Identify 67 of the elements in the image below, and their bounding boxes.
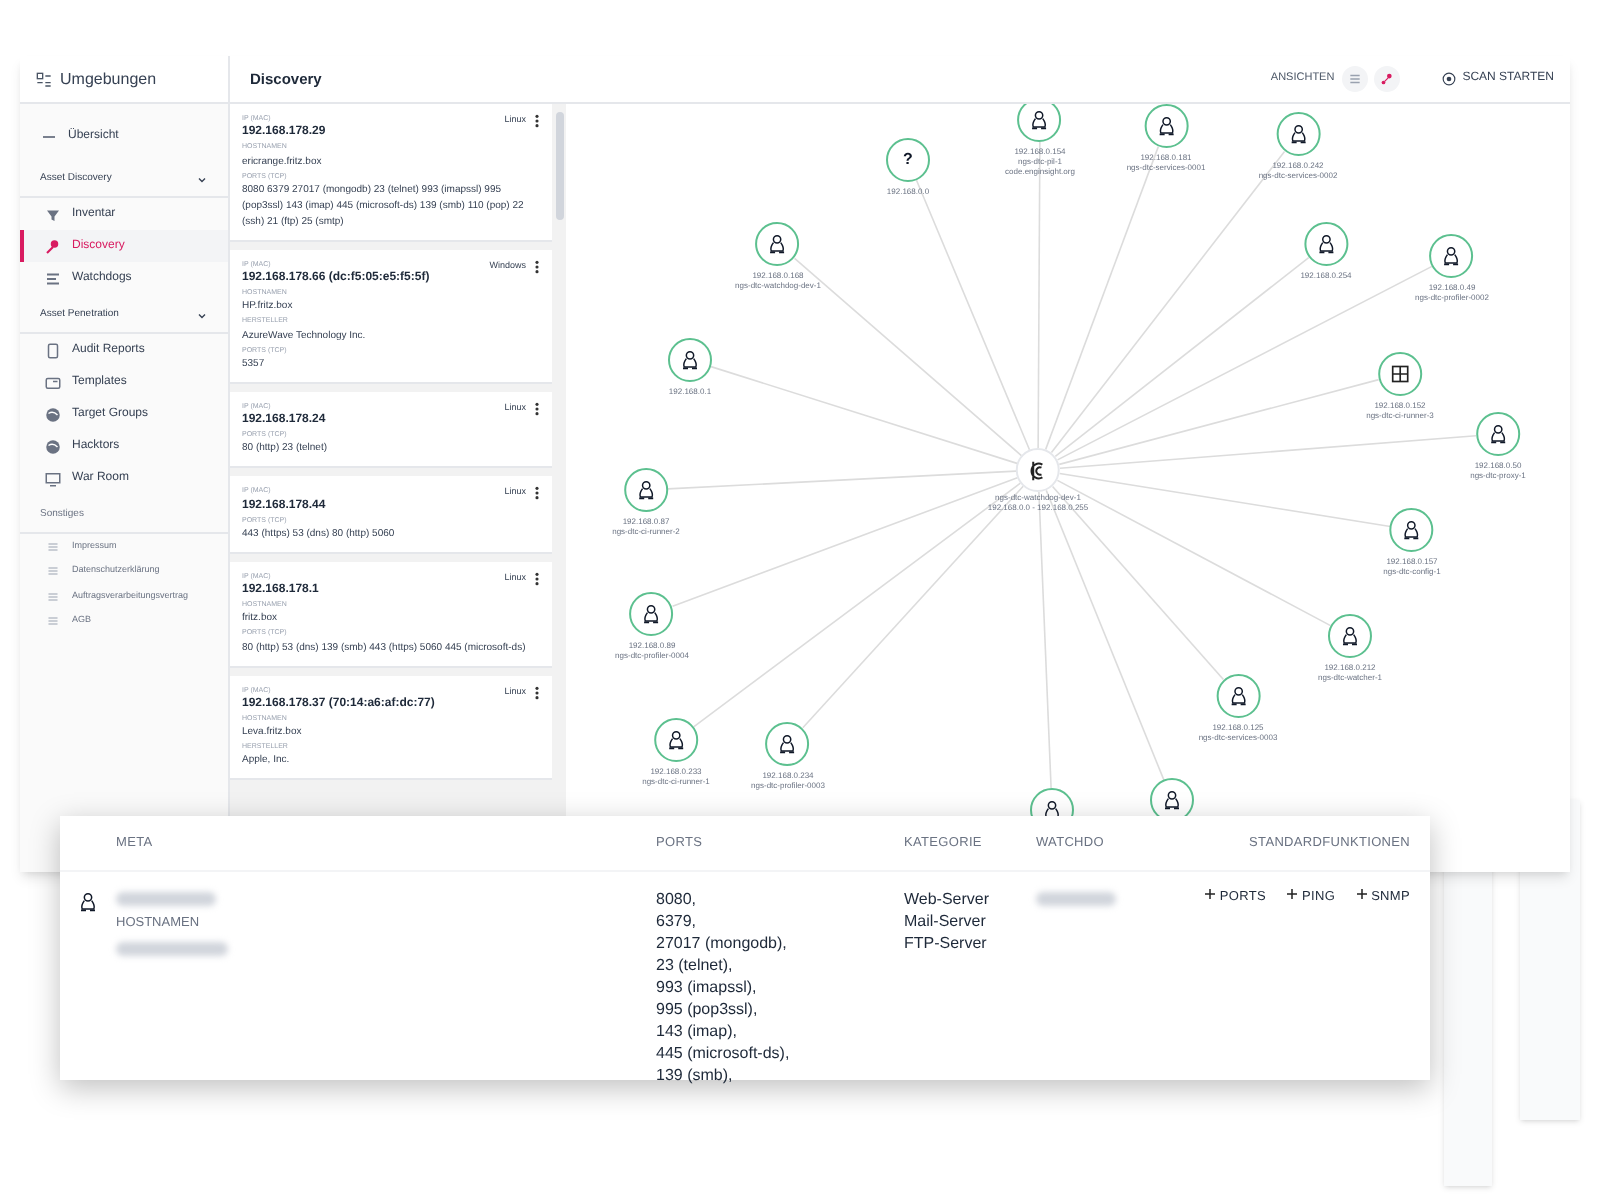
document-icon bbox=[44, 341, 62, 359]
port-entry: 27017 (mongodb), bbox=[656, 932, 789, 954]
pin-icon bbox=[1380, 72, 1395, 86]
port-entry: 139 (smb), bbox=[656, 1064, 735, 1086]
port-entry: 995 (pop3ssl), bbox=[656, 998, 760, 1020]
more-icon bbox=[534, 571, 540, 586]
host-node[interactable] bbox=[654, 718, 698, 762]
host-node[interactable] bbox=[624, 468, 668, 512]
question-mark: ? bbox=[903, 148, 913, 172]
plus-icon bbox=[1203, 888, 1216, 900]
funnel-icon bbox=[44, 205, 62, 223]
host-node[interactable] bbox=[1430, 234, 1474, 278]
more-icon bbox=[534, 401, 540, 416]
chevron-down-icon bbox=[196, 174, 208, 186]
host-node[interactable] bbox=[1304, 222, 1348, 266]
lines-icon bbox=[44, 562, 62, 581]
host-node[interactable] bbox=[1476, 412, 1520, 456]
plus-icon bbox=[1286, 888, 1299, 900]
host-node[interactable]: ? bbox=[886, 138, 930, 182]
list-view-button[interactable] bbox=[1342, 66, 1369, 92]
record-icon bbox=[1442, 72, 1457, 86]
category-entry: Mail-Server bbox=[904, 910, 988, 932]
more-icon bbox=[534, 259, 540, 274]
lines-icon bbox=[44, 612, 62, 631]
blurred-text bbox=[116, 892, 216, 906]
hub-node[interactable] bbox=[1016, 448, 1060, 492]
host-node[interactable] bbox=[756, 222, 800, 266]
host-node[interactable] bbox=[668, 338, 712, 382]
list-icon bbox=[44, 269, 62, 287]
category-entry: Web-Server bbox=[904, 888, 992, 910]
window-grid-icon bbox=[1390, 364, 1410, 384]
globe-icon bbox=[44, 405, 62, 423]
port-entry: 23 (telnet), bbox=[656, 954, 735, 976]
grid-icon bbox=[36, 71, 52, 87]
host-node[interactable] bbox=[1328, 614, 1372, 658]
host-node[interactable] bbox=[1144, 104, 1188, 148]
port-entry: 8080, bbox=[656, 888, 699, 910]
more-icon bbox=[534, 685, 540, 699]
chevron-down-icon bbox=[196, 310, 208, 322]
card-icon bbox=[44, 373, 62, 391]
more-icon bbox=[534, 114, 540, 128]
globe-icon bbox=[44, 437, 62, 455]
host-card[interactable] bbox=[230, 104, 552, 242]
host-node[interactable] bbox=[1018, 104, 1062, 142]
list-icon bbox=[1348, 72, 1363, 86]
host-node[interactable] bbox=[1276, 112, 1320, 156]
blurred-text bbox=[116, 941, 228, 956]
host-node[interactable] bbox=[1390, 508, 1434, 552]
host-node[interactable] bbox=[1378, 352, 1422, 396]
port-entry: 445 (microsoft-ds), bbox=[656, 1042, 792, 1064]
environment-title: Umgebungen bbox=[60, 67, 157, 91]
port-entry: 143 (imap), bbox=[656, 1020, 739, 1042]
category-entry: FTP-Server bbox=[904, 932, 989, 954]
blurred-text bbox=[1036, 892, 1116, 906]
pin-icon bbox=[44, 237, 62, 255]
port-entry: 6379, bbox=[656, 910, 699, 932]
monitor-icon bbox=[44, 469, 62, 487]
graph-view-button[interactable] bbox=[1374, 66, 1401, 92]
host-node[interactable] bbox=[1216, 674, 1260, 718]
port-entry: 993 (imapssl), bbox=[656, 976, 759, 998]
host-node[interactable] bbox=[630, 592, 674, 636]
lines-icon bbox=[44, 537, 62, 556]
lines-icon bbox=[44, 587, 62, 606]
plus-icon bbox=[1355, 888, 1368, 900]
scrollbar[interactable] bbox=[556, 112, 564, 220]
host-node[interactable] bbox=[766, 722, 810, 766]
more-icon bbox=[534, 486, 540, 501]
